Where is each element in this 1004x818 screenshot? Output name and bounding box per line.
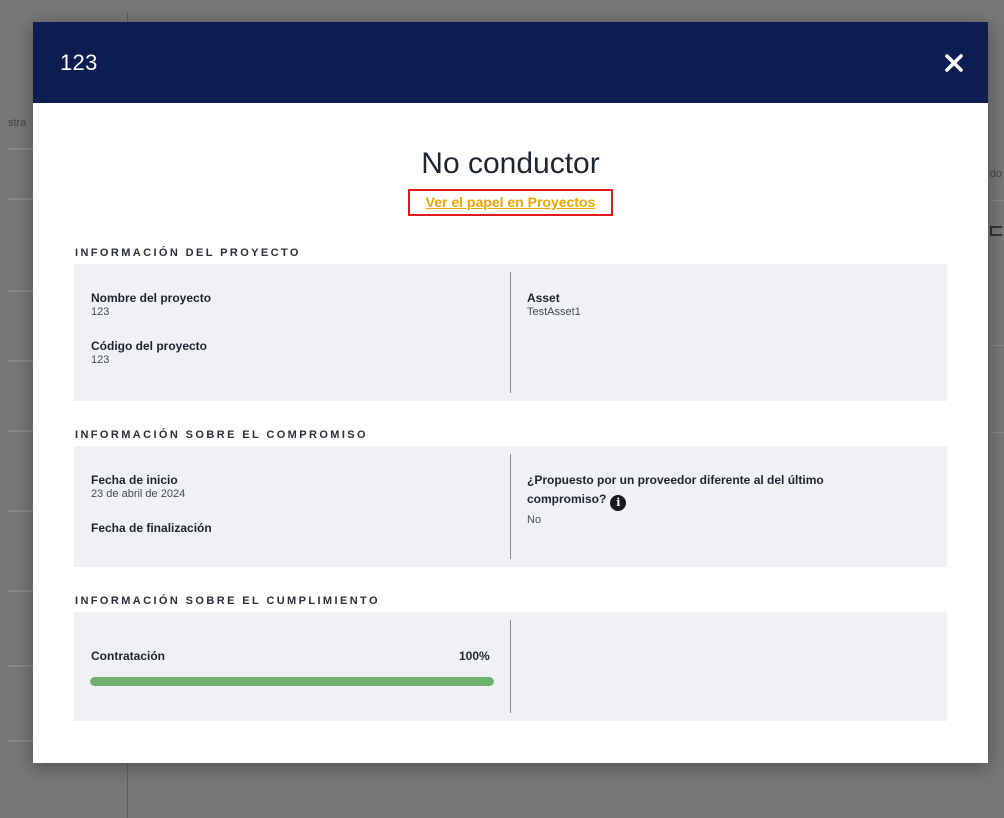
engagement-info-panel: Fecha de inicio 23 de abril de 2024 Fech… (74, 446, 947, 567)
supplier-question-line1: ¿Propuesto por un proveedor diferente al… (527, 473, 824, 487)
background-right-divider (990, 432, 1004, 433)
background-right-text: do (989, 168, 1002, 180)
supplier-answer-value: No (527, 514, 542, 526)
project-code-value: 123 (91, 354, 110, 366)
background-edit-icon (990, 226, 1002, 236)
background-right-divider (990, 200, 1004, 201)
role-link-wrapper: Ver el papel en Proyectos (33, 189, 988, 216)
role-title: No conductor (421, 147, 600, 180)
project-name-value: 123 (91, 306, 110, 318)
end-date-label: Fecha de finalización (91, 521, 212, 535)
project-code-label: Código del proyecto (91, 339, 208, 353)
background-left-text: stra (8, 117, 27, 129)
project-info-panel: Nombre del proyecto 123 Código del proye… (74, 264, 947, 401)
close-button[interactable] (942, 51, 966, 75)
modal-header: 123 (33, 22, 988, 103)
project-name-label: Nombre del proyecto (91, 291, 212, 305)
supplier-question-line2-wrap: compromiso? i (527, 492, 627, 511)
info-icon[interactable]: i (610, 494, 627, 511)
asset-value: TestAsset1 (527, 306, 581, 318)
hiring-progress-bar (90, 677, 494, 686)
start-date-label: Fecha de inicio (91, 473, 178, 487)
compliance-info-panel: Contratación 100% (74, 612, 947, 721)
hiring-percent: 100% (459, 649, 490, 663)
hiring-label: Contratación (91, 649, 166, 663)
compliance-info-heading: INFORMACIÓN SOBRE EL CUMPLIMIENTO (75, 595, 380, 607)
view-role-in-projects-link[interactable]: Ver el papel en Proyectos (407, 189, 614, 216)
background-right-divider (990, 345, 1004, 346)
start-date-value: 23 de abril de 2024 (91, 488, 186, 500)
modal-title: 123 (60, 49, 98, 75)
supplier-question-line2: compromiso? (527, 492, 607, 506)
asset-label: Asset (527, 291, 560, 305)
panel-divider (510, 272, 511, 393)
panel-divider (510, 620, 511, 713)
project-info-heading: INFORMACIÓN DEL PROYECTO (75, 247, 301, 259)
engagement-info-heading: INFORMACIÓN SOBRE EL COMPROMISO (75, 429, 368, 441)
hiring-progress-fill (90, 677, 494, 686)
role-detail-modal: 123 No conductor Ver el papel en Proyect… (33, 22, 988, 763)
panel-divider (510, 454, 511, 559)
close-icon (945, 53, 963, 72)
